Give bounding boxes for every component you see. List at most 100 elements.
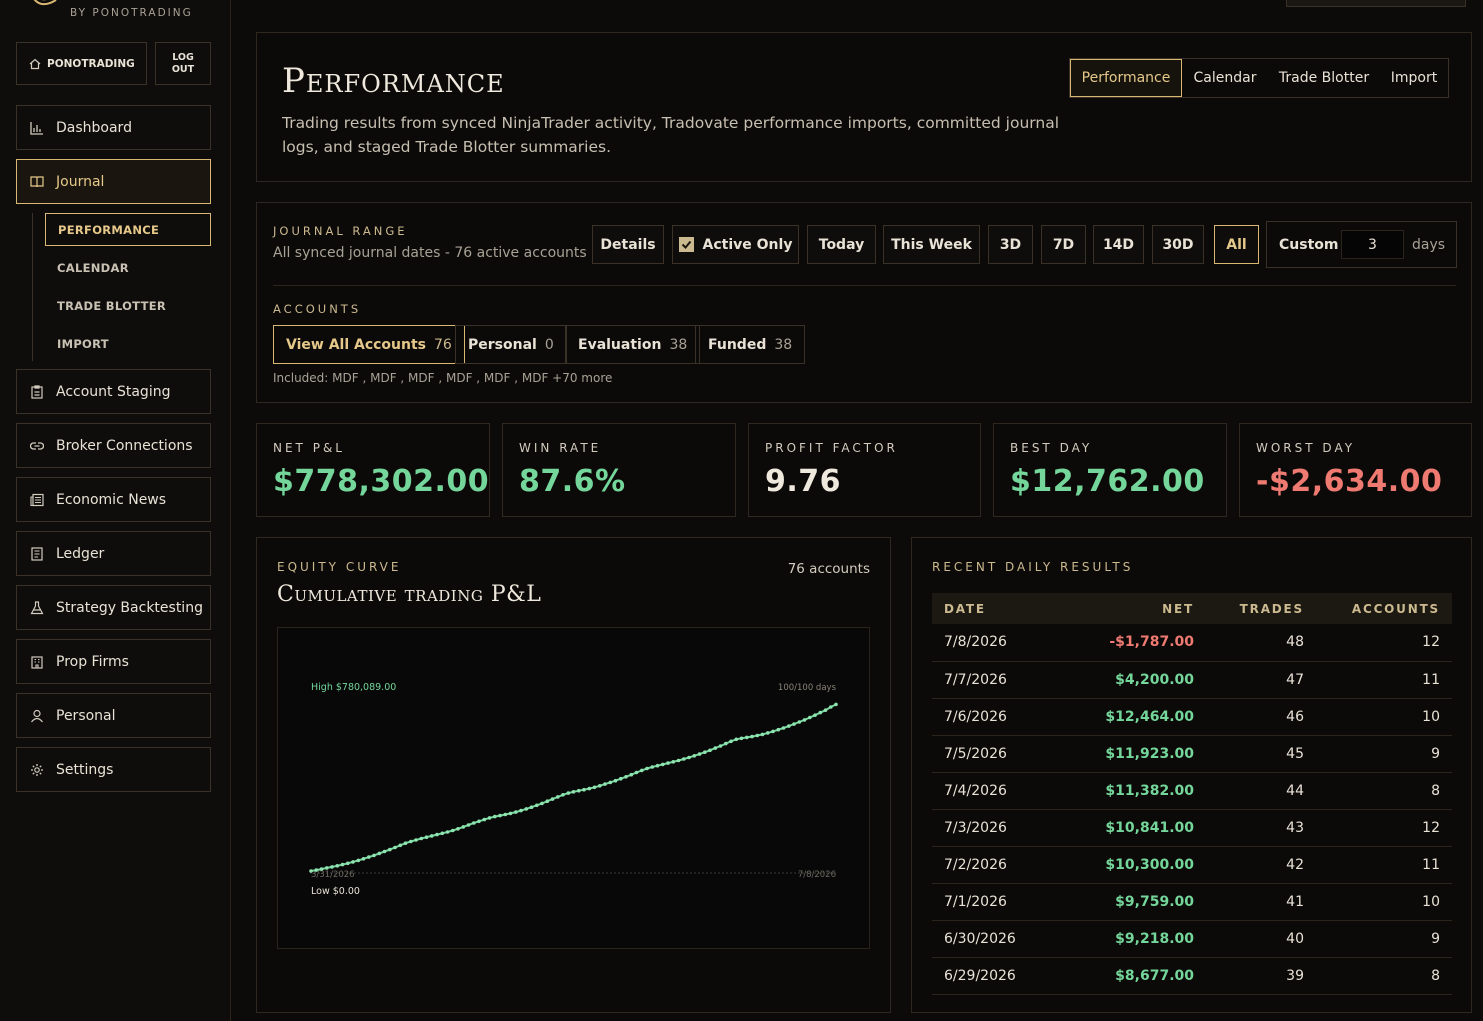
3d-button[interactable]: 3D [988, 225, 1033, 264]
equity-line [310, 703, 837, 872]
table-row[interactable]: 7/8/2026 -$1,787.00 48 12 [932, 624, 1452, 662]
account-button[interactable]: PONOTRADING [16, 42, 147, 85]
equity-point [566, 791, 571, 795]
equity-point [514, 810, 518, 814]
nav-settings[interactable]: Settings [16, 747, 211, 792]
view-tabs: Performance Calendar Trade Blotter Impor… [1069, 58, 1449, 98]
table-row[interactable]: 6/29/2026 $8,677.00 39 8 [932, 957, 1452, 995]
equity-point [535, 803, 539, 808]
equity-points [309, 702, 838, 873]
logout-line2: OUT [171, 63, 195, 75]
page-description: Trading results from synced NinjaTrader … [282, 114, 1059, 156]
equity-point [403, 841, 408, 845]
custom-label: Custom [1279, 236, 1339, 253]
table-row[interactable]: 7/4/2026 $11,382.00 44 8 [932, 772, 1452, 810]
nav-account-staging[interactable]: Account Staging [16, 369, 211, 414]
equity-accounts-note: 76 accounts [787, 561, 870, 577]
subnav-trade-blotter[interactable]: TRADE BLOTTER [45, 289, 211, 322]
equity-point [388, 847, 392, 852]
accounts-label: ACCOUNTS [273, 302, 362, 316]
custom-days-input[interactable] [1341, 230, 1404, 259]
subnav-line [32, 213, 33, 361]
nav-strategy-backtesting[interactable]: Strategy Backtesting [16, 585, 211, 630]
nav-dashboard[interactable]: Dashboard [16, 105, 211, 150]
newspaper-icon [30, 493, 44, 506]
nav-broker-connections[interactable]: Broker Connections [16, 423, 211, 468]
today-button[interactable]: Today [807, 225, 876, 264]
nav-prop-firms[interactable]: Prop Firms [16, 639, 211, 684]
equity-point [655, 763, 660, 768]
nav-personal-label: Personal [56, 707, 116, 724]
all-button[interactable]: All [1214, 225, 1259, 264]
equity-point [640, 768, 644, 773]
equity-point [813, 713, 817, 717]
row-net: $11,923.00 [1072, 735, 1198, 773]
subnav-performance[interactable]: PERFORMANCE [45, 213, 211, 246]
gear-icon [31, 763, 43, 776]
table-row[interactable]: 7/1/2026 $9,759.00 41 10 [932, 883, 1452, 921]
tab-import[interactable]: Import [1380, 59, 1448, 97]
equity-point [382, 849, 387, 854]
stat-label: WIN RATE [519, 441, 602, 455]
equity-point [498, 813, 502, 818]
this-week-button[interactable]: This Week [883, 225, 980, 264]
row-date: 7/4/2026 [932, 772, 1072, 810]
subnav-calendar[interactable]: CALENDAR [45, 251, 211, 284]
tab-calendar[interactable]: Calendar [1182, 59, 1268, 97]
top-control[interactable] [1286, 0, 1466, 7]
nav-economic-news[interactable]: Economic News [16, 477, 211, 522]
nav-personal[interactable]: Personal [16, 693, 211, 738]
tab-performance[interactable]: Performance [1070, 59, 1182, 97]
checkbox-icon[interactable] [678, 237, 694, 252]
equity-point [351, 860, 355, 864]
subnav-import[interactable]: IMPORT [45, 327, 211, 360]
table-row[interactable]: 7/2/2026 $10,300.00 42 11 [932, 846, 1452, 884]
30d-button[interactable]: 30D [1152, 225, 1204, 264]
equity-point [409, 839, 413, 844]
equity-point [319, 867, 324, 871]
col-trades: TRADES [1198, 593, 1308, 624]
equity-point [829, 705, 833, 709]
stat-value: $778,302.00 [273, 464, 490, 499]
equity-point [461, 825, 466, 829]
table-row[interactable]: 7/7/2026 $4,200.00 47 11 [932, 661, 1452, 699]
end-date-label: 7/8/2026 [798, 870, 836, 880]
equity-point [634, 770, 639, 775]
active-only-toggle[interactable]: Active Only [672, 225, 799, 264]
personal-accounts-chip[interactable]: Personal 0 [455, 325, 567, 364]
equity-point [346, 861, 350, 866]
row-trades: 42 [1198, 846, 1308, 884]
logout-button[interactable]: LOG OUT [155, 42, 211, 85]
table-row[interactable]: 6/30/2026 $9,218.00 40 9 [932, 920, 1452, 958]
equity-point [802, 718, 807, 722]
equity-point [309, 869, 313, 873]
row-accounts: 9 [1308, 920, 1452, 958]
table-row[interactable]: 7/6/2026 $12,464.00 46 10 [932, 698, 1452, 736]
equity-point [676, 758, 681, 763]
evaluation-accounts-chip[interactable]: Evaluation 38 [565, 325, 701, 364]
row-net: $4,200.00 [1072, 661, 1198, 699]
nav-dashboard-label: Dashboard [56, 119, 132, 136]
row-accounts: 11 [1308, 661, 1452, 699]
details-button[interactable]: Details [592, 225, 664, 264]
equity-point [361, 857, 366, 861]
view-all-accounts-chip[interactable]: View All Accounts 76 [273, 325, 465, 364]
equity-chart-svg: High $780,089.00 100/100 days 3/31/2026 … [309, 682, 838, 897]
row-accounts: 10 [1308, 883, 1452, 921]
stat-label: PROFIT FACTOR [765, 441, 898, 455]
nav-journal[interactable]: Journal [16, 159, 211, 204]
equity-point [692, 754, 697, 758]
14d-button[interactable]: 14D [1093, 225, 1144, 264]
equity-point [367, 855, 371, 859]
7d-button[interactable]: 7D [1041, 225, 1086, 264]
tab-trade-blotter[interactable]: Trade Blotter [1268, 59, 1380, 97]
equity-curve-panel: EQUITY CURVE 76 accounts Cumulative trad… [256, 537, 891, 1013]
nav-ledger[interactable]: Ledger [16, 531, 211, 576]
funded-accounts-chip[interactable]: Funded 38 [695, 325, 806, 364]
equity-point [603, 782, 607, 786]
table-row[interactable]: 7/3/2026 $10,841.00 43 12 [932, 809, 1452, 847]
account-name: PONOTRADING [47, 57, 135, 70]
col-net: NET [1072, 593, 1198, 624]
table-row[interactable]: 7/5/2026 $11,923.00 45 9 [932, 735, 1452, 773]
row-date: 7/5/2026 [932, 735, 1072, 773]
